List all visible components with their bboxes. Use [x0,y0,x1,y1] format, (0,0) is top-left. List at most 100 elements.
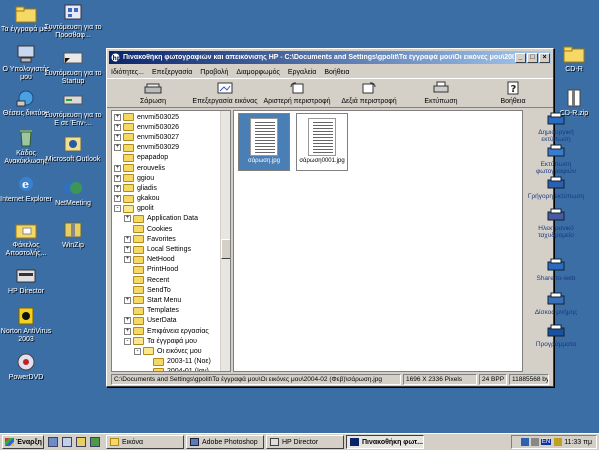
taskbar-button-photo-gallery[interactable]: Πινακοθήκη φωτ... [346,435,424,449]
desktop-icon-powerdvd[interactable]: PowerDVD [0,352,56,382]
expand-toggle[interactable]: + [124,235,131,243]
tree-node[interactable]: + gliadis [112,183,230,193]
tree-node[interactable]: 2004-01 (Ιαν) [112,367,230,371]
taskbar-button-label: HP Director [282,438,319,446]
action-button[interactable]: Share-to-web [525,258,587,282]
tree-node[interactable]: + NetHood [112,255,230,265]
tree-node[interactable]: - Οι εικόνες μου [112,346,230,356]
tree-node[interactable]: - gpolit [112,204,230,214]
rotate-left-button[interactable]: Αριστερή περιστροφή [261,79,333,105]
tree-node[interactable]: epapadop [112,153,230,163]
folder-icon [123,113,134,122]
quick-launch-media-icon[interactable] [90,437,100,447]
tree-node[interactable]: Templates [112,306,230,316]
tree-node[interactable]: + envmi503025 [112,112,230,122]
expand-toggle[interactable]: - [134,347,141,355]
expand-toggle[interactable]: + [114,195,121,203]
netmeeting-icon [62,178,84,198]
rotate-left-label: Αριστερή περιστροφή [263,98,331,105]
expand-toggle[interactable]: + [124,327,131,335]
taskbar-button-label: Adobe Photoshop [202,438,258,446]
volume-tray-icon[interactable] [530,438,539,446]
antivirus-tray-icon[interactable] [554,438,563,446]
print-button[interactable]: Εκτύπωση [405,79,477,105]
expand-toggle[interactable]: - [114,205,121,213]
tree-node[interactable]: + gkakou [112,194,230,204]
desktop-icon-shortcut-add-remove[interactable]: Συντόμευση για το Προσθαφ... [43,2,103,40]
edit-image-button[interactable]: Επεξεργασία εικόνας [189,79,261,105]
taskbar-button-image[interactable]: Εικόνα [106,435,184,449]
quick-launch-desktop-icon[interactable] [62,437,72,447]
action-button[interactable]: Προγράμματα [525,324,587,348]
help-button[interactable]: ? Βοήθεια [477,79,549,105]
tree-node[interactable]: + envmi503026 [112,122,230,132]
quick-launch-outlook-icon[interactable] [76,437,86,447]
expand-toggle[interactable]: + [114,184,121,192]
start-button[interactable]: Έναρξη [2,435,44,449]
expand-toggle[interactable]: + [124,246,131,254]
maximize-button[interactable]: □ [527,52,538,63]
expand-toggle[interactable]: + [124,256,131,264]
language-indicator[interactable]: EN [540,439,552,445]
desktop-icon-winzip[interactable]: WinZip [43,220,103,250]
desktop-icon-netmeeting[interactable]: NetMeeting [43,178,103,208]
taskbar-button-hp-director[interactable]: HP Director [266,435,344,449]
menu-tools[interactable]: Εργαλεία [288,69,316,76]
action-button[interactable]: Ηλεκτρονικό ταχυδρομείο [525,208,587,239]
tree-vertical-scrollbar[interactable] [220,111,230,371]
taskbar-button-photoshop[interactable]: Adobe Photoshop [186,435,264,449]
rotate-right-button[interactable]: Δεξιά περιστροφή [333,79,405,105]
desktop-icon-microsoft-outlook[interactable]: Microsoft Outlook [43,134,103,164]
tree-node[interactable]: Cookies [112,224,230,234]
thumbnail-item[interactable]: σάρωση0001.jpg [296,113,348,171]
tree-node-label: Recent [147,276,170,284]
tree-node[interactable]: + Favorites [112,234,230,244]
tree-node[interactable]: + Application Data [112,214,230,224]
expand-toggle[interactable]: + [124,296,131,304]
action-label: Δημιουργική εκτύπωση [538,129,574,143]
close-button[interactable]: × [539,52,550,63]
expand-toggle[interactable]: + [114,133,121,141]
tree-node[interactable]: + envmi503027 [112,132,230,142]
tree-node[interactable]: PrintHood [112,265,230,275]
window-titlebar[interactable]: hp Πινακοθήκη φωτογραφιών και απεικόνιση… [109,51,551,64]
action-button[interactable]: Δίσκος μνήμης [525,292,587,316]
menu-format[interactable]: Διαμορφωμός [236,69,280,76]
tree-node[interactable]: 2003-11 (Νοε) [112,357,230,367]
expand-toggle[interactable]: + [114,144,121,152]
expand-toggle[interactable]: + [114,123,121,131]
menu-properties[interactable]: Ιδιότητες... [111,69,144,76]
desktop-icon-norton-antivirus[interactable]: Norton AntiVirus 2003 [0,306,56,344]
thumbnail-item[interactable]: σάρωση.jpg [238,113,290,171]
menu-help[interactable]: Βοήθεια [324,69,349,76]
action-button[interactable]: Γρήγορη εκτύπωση [525,176,587,200]
minimize-button[interactable]: _ [515,52,526,63]
tree-node[interactable]: + ggiou [112,173,230,183]
menu-view[interactable]: Προβολή [200,69,228,76]
quick-launch-ie-icon[interactable] [48,437,58,447]
tree-node[interactable]: - Τα έγγραφά μου [112,336,230,346]
expand-toggle[interactable]: + [124,317,131,325]
tree-node[interactable]: + Start Menu [112,295,230,305]
action-button[interactable]: Εκτύπωση φωτογραφιών [525,144,587,175]
action-button[interactable]: Δημιουργική εκτύπωση [525,112,587,143]
tree-node[interactable]: + envmi503029 [112,143,230,153]
tree-node[interactable]: + erouvelis [112,163,230,173]
tree-node[interactable]: Recent [112,275,230,285]
tree-node[interactable]: + Local Settings [112,244,230,254]
tree-scroll-thumb[interactable] [221,239,230,259]
expand-toggle[interactable]: + [124,215,131,223]
menu-edit[interactable]: Επεξεργασία [152,69,192,76]
desktop-icon-shortcut-startup[interactable]: Συντόμευση για το Startup [43,48,103,86]
expand-toggle[interactable]: + [114,113,121,121]
tree-node[interactable]: + UserData [112,316,230,326]
scan-button[interactable]: Σάρωση [117,79,189,105]
expand-toggle[interactable]: + [114,164,121,172]
expand-toggle[interactable]: - [124,337,131,345]
network-tray-icon[interactable] [520,438,529,446]
tree-node[interactable]: + Επιφάνεια εργασίας [112,326,230,336]
tree-node[interactable]: SendTo [112,285,230,295]
desktop-icon-shortcut-env[interactable]: Συντόμευση για το E σε 'Env-... [43,90,103,128]
expand-toggle[interactable]: + [114,174,121,182]
desktop-icon-hp-director[interactable]: HP Director [0,266,56,296]
